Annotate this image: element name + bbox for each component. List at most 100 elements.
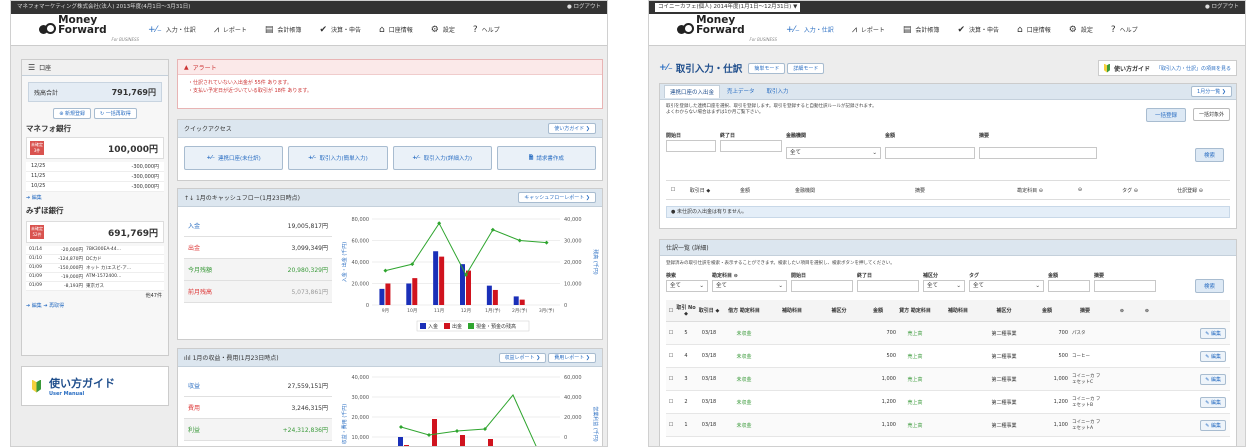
transaction-row[interactable]: 10/25 -300,000円	[26, 182, 164, 192]
list-memo[interactable]	[1094, 280, 1156, 292]
tab-sales-data[interactable]: 売上データ	[722, 85, 760, 98]
nav-help[interactable]: ? ヘルプ	[464, 14, 509, 46]
account-item-select[interactable]: 全て ⌄	[712, 280, 787, 292]
list-end-date[interactable]	[857, 280, 919, 292]
institution-select[interactable]: 全て ⌄	[786, 147, 881, 159]
transaction-row[interactable]: 01/14 -20,000円 7BK300EA-44...	[26, 246, 164, 255]
simple-mode-button[interactable]: 簡単モード	[748, 62, 786, 74]
credit-account[interactable]: 売上高	[896, 330, 934, 337]
credit-account[interactable]: 売上高	[896, 376, 934, 383]
select-all-checkbox[interactable]: ☐	[666, 187, 680, 193]
transaction-row[interactable]: 11/25 -300,000円	[26, 172, 164, 182]
revenue-report-button[interactable]: 収益レポート ❯	[498, 353, 547, 363]
debit-account[interactable]: 未収金	[722, 376, 766, 383]
nav-books[interactable]: ▤ 会計帳簿	[894, 14, 949, 46]
debit-account[interactable]: 未収金	[722, 353, 766, 360]
transaction-row[interactable]: 01/10 -124,870円 DCカド	[26, 255, 164, 264]
bulk-exclude-button[interactable]: 一括対象外	[1192, 108, 1230, 121]
transaction-row[interactable]: 01/09 -150,000円 ネット カ)エスビ-ア...	[26, 264, 164, 273]
nav-report[interactable]: ⩘ レポート	[205, 14, 256, 46]
list-search-button[interactable]: 検索	[1194, 279, 1224, 293]
company-period-select[interactable]: コイニーカフェ(個人) 2014年度(1月1日〜12月31日) ▼	[655, 3, 801, 12]
nav-settings[interactable]: ⚙ 設定	[422, 14, 464, 46]
column-header[interactable]: 取引 No ◆	[676, 304, 696, 317]
tab-linked-accounts[interactable]: 連携口座の入出金	[664, 85, 721, 98]
month-list-button[interactable]: 1月分一覧 ❯	[1191, 86, 1232, 97]
debit-account[interactable]: 未収金	[722, 330, 766, 337]
debit-account[interactable]: 未収金	[722, 422, 766, 429]
refresh-all-button[interactable]: ↻ 一括再取得	[94, 108, 137, 119]
quick-detail-entry[interactable]: +⁄₋ 取引入力(詳細入力)	[392, 146, 492, 170]
edit-button[interactable]: ✎ 編集	[1200, 373, 1226, 385]
nav-input[interactable]: +⁄₋ 入力・仕訳	[777, 14, 843, 46]
nav-account[interactable]: ⌂ 口座情報	[370, 14, 422, 46]
list-amount[interactable]	[1048, 280, 1090, 292]
tab-transaction-input[interactable]: 取引入力	[762, 85, 794, 98]
quick-invoice[interactable]: 🗎 請求書作成	[496, 146, 596, 170]
journal-row[interactable]: ☐ 5 03/18 未収金 700 売上高 第二種事業 700 パスタ ✎ 編集	[666, 322, 1230, 345]
row-checkbox[interactable]: ☐	[666, 376, 676, 382]
transaction-row[interactable]: 01/09 -19,000円 ATM-1572400...	[26, 273, 164, 282]
nav-account[interactable]: ⌂ 口座情報	[1008, 14, 1060, 46]
start-date-input[interactable]	[666, 140, 716, 152]
bank2-name[interactable]: みずほ銀行	[22, 203, 168, 218]
quick-linked-unsorted[interactable]: +⁄₋ 連携口座(未仕訳)	[184, 146, 284, 170]
row-checkbox[interactable]: ☐	[666, 399, 676, 405]
logo[interactable]: Money Forward For BUSINESS	[39, 14, 139, 45]
select-all-checkbox[interactable]: ☐	[666, 308, 676, 314]
nav-help[interactable]: ? ヘルプ	[1102, 14, 1147, 46]
unconfirmed-badge[interactable]: 未確定 52件	[30, 225, 44, 239]
logo[interactable]: Money Forward For BUSINESS	[677, 14, 777, 45]
transaction-row[interactable]: 01/09 -8,193円 東京ガス	[26, 282, 164, 291]
guide-box[interactable]: 使い方ガイド User Manual	[21, 366, 169, 406]
nav-settings[interactable]: ⚙ 設定	[1060, 14, 1102, 46]
row-checkbox[interactable]: ☐	[666, 353, 676, 359]
list-start-date[interactable]	[791, 280, 853, 292]
cashflow-report-button[interactable]: キャッシュフローレポート ❯	[518, 192, 596, 203]
logout-link[interactable]: ● ログアウト	[567, 1, 601, 14]
memo-input[interactable]	[979, 147, 1097, 159]
guide-button[interactable]: 使い方ガイド ❯	[548, 123, 596, 134]
transaction-row[interactable]: 12/25 -300,000円	[26, 162, 164, 172]
search-button[interactable]: 検索	[1194, 148, 1224, 162]
credit-account[interactable]: 売上高	[896, 399, 934, 406]
edit-button[interactable]: ✎ 編集	[1200, 396, 1226, 408]
nav-report[interactable]: ⩘ レポート	[843, 14, 894, 46]
expense-report-button[interactable]: 費用レポート ❯	[548, 353, 596, 363]
edit-button[interactable]: ✎ 編集	[1200, 419, 1226, 431]
end-date-input[interactable]	[720, 140, 782, 152]
bulk-register-button[interactable]: 一括登録	[1145, 108, 1186, 122]
row-checkbox[interactable]: ☐	[666, 422, 676, 428]
debit-account[interactable]: 未収金	[722, 399, 766, 406]
guide-link[interactable]: 「取引入力・仕訳」の項目を見る	[1156, 65, 1231, 72]
edit-refresh-link[interactable]: ➔ 編集 ➔ 再取得	[22, 300, 168, 311]
nav-input[interactable]: +⁄₋ 入力・仕訳	[139, 14, 205, 46]
nav-closing[interactable]: ✔ 決算・申告	[948, 14, 1008, 46]
search-type-select[interactable]: 全て ⌄	[666, 280, 708, 292]
edit-link[interactable]: ➔ 編集	[22, 192, 168, 203]
sub-category-select[interactable]: 全て ⌄	[923, 280, 965, 292]
quick-simple-entry[interactable]: +⁄₋ 取引入力(簡単入力)	[288, 146, 388, 170]
alert-line-unlinked[interactable]: ・仕訳されていない入出金が 55件 あります。	[188, 79, 592, 87]
journal-row[interactable]: ☐ 3 03/18 未収金 1,000 売上高 第二種事業 1,000 コイニーカ フェセットC…	[666, 368, 1230, 391]
edit-button[interactable]: ✎ 編集	[1200, 350, 1226, 362]
tag-select[interactable]: 全て ⌄	[969, 280, 1044, 292]
nav-books[interactable]: ▤ 会計帳簿	[256, 14, 311, 46]
detail-mode-button[interactable]: 詳細モード	[787, 62, 825, 74]
journal-row[interactable]: ☐ 2 03/18 未収金 1,200 売上高 第二種事業 1,200 コイニーカ フェセットB…	[666, 391, 1230, 414]
logout-link[interactable]: ● ログアウト	[1205, 1, 1239, 14]
bank1-name[interactable]: マネフォ銀行	[22, 123, 168, 134]
column-header[interactable]: 取引日 ◆	[680, 187, 720, 194]
credit-account[interactable]: 売上高	[896, 422, 934, 429]
alert-line-due[interactable]: ・支払い予定日が近づいている取引が 18件 あります。	[188, 87, 592, 95]
journal-row[interactable]: ☐ 1 03/18 未収金 1,100 売上高 第二種事業 1,100 コイニーカ フェセットA…	[666, 414, 1230, 437]
amount-input[interactable]	[885, 147, 975, 159]
column-header[interactable]: 取引日 ◆	[696, 307, 722, 314]
edit-button[interactable]: ✎ 編集	[1200, 327, 1226, 339]
nav-closing[interactable]: ✔ 決算・申告	[310, 14, 370, 46]
journal-row[interactable]: ☐ 4 03/18 未収金 500 売上高 第二種事業 500 コーヒー ✎ 編集	[666, 345, 1230, 368]
row-checkbox[interactable]: ☐	[666, 330, 676, 336]
credit-account[interactable]: 売上高	[896, 353, 934, 360]
unconfirmed-badge[interactable]: 未確定 3件	[30, 141, 44, 155]
new-account-button[interactable]: ⊕ 新規登録	[53, 108, 91, 119]
